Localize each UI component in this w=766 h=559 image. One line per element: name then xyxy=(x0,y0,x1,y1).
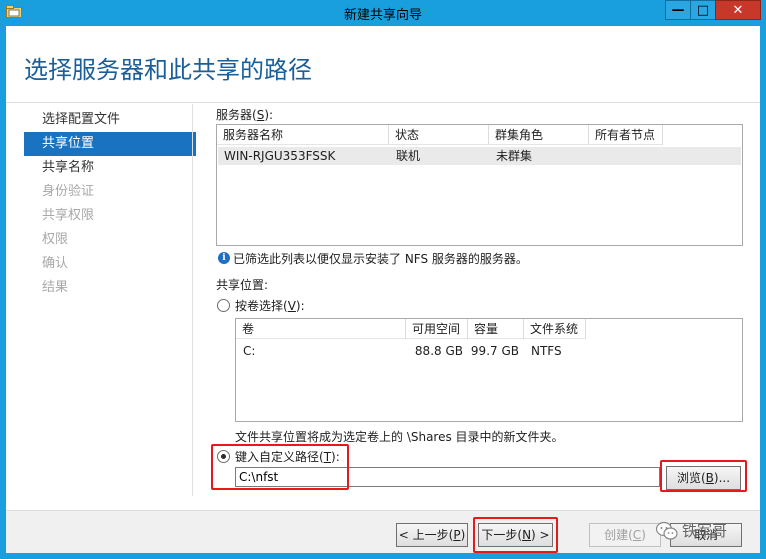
nav-item-select-profile[interactable]: 选择配置文件 xyxy=(24,108,196,132)
column-header-free-space[interactable]: 可用空间 xyxy=(406,319,468,339)
maximize-button[interactable]: □ xyxy=(690,0,716,20)
column-header-file-system[interactable]: 文件系统 xyxy=(524,319,586,339)
info-text: 已筛选此列表以便仅显示安装了 NFS 服务器的服务器。 xyxy=(233,252,528,266)
nav-divider xyxy=(192,104,193,496)
owner-node-cell xyxy=(590,147,664,165)
volume-list-header: 卷 可用空间 容量 文件系统 xyxy=(236,319,586,339)
nav-item-share-permissions: 共享权限 xyxy=(42,208,95,223)
minimize-button[interactable]: — xyxy=(665,0,691,20)
column-header-capacity[interactable]: 容量 xyxy=(468,319,524,339)
server-status-cell: 联机 xyxy=(396,149,421,163)
heading-divider xyxy=(6,102,760,103)
nav-item-permissions: 权限 xyxy=(42,232,69,247)
volume-note: 文件共享位置将成为选定卷上的 \Shares 目录中的新文件夹。 xyxy=(235,430,564,444)
server-name-cell: WIN-RJGU353FSSK xyxy=(224,149,336,163)
nav-item-authentication: 身份验证 xyxy=(42,184,95,199)
info-icon: i xyxy=(218,252,230,264)
by-volume-radio[interactable] xyxy=(217,299,230,312)
watermark-text: 铁军哥 xyxy=(682,522,728,540)
column-header-status[interactable]: 状态 xyxy=(389,125,489,145)
table-row[interactable]: WIN-RJGU353FSSK 联机 未群集 xyxy=(218,147,741,165)
column-header-volume[interactable]: 卷 xyxy=(236,319,406,339)
watermark: 铁军哥 xyxy=(656,520,727,541)
create-button: 创建(C) xyxy=(589,523,661,547)
table-row[interactable]: C: 88.8 GB 99.7 GB NTFS xyxy=(237,342,741,360)
previous-button[interactable]: < 上一步(P) xyxy=(396,523,468,547)
server-list[interactable]: 服务器名称 状态 群集角色 所有者节点 WIN-RJGU353FSSK 联机 未… xyxy=(216,124,743,246)
wizard-nav: 选择配置文件 共享位置 共享名称 身份验证 共享权限 权限 确认 结果 xyxy=(24,108,196,300)
column-header-server-name[interactable]: 服务器名称 xyxy=(217,125,389,145)
column-header-owner-node[interactable]: 所有者节点 xyxy=(589,125,663,145)
share-location-label: 共享位置: xyxy=(216,278,269,292)
highlight-box-browse xyxy=(660,460,747,492)
volume-cell: C: xyxy=(243,344,256,358)
file-system-cell: NTFS xyxy=(531,344,562,358)
volume-list[interactable]: 卷 可用空间 容量 文件系统 C: 88.8 GB 99.7 GB NTFS xyxy=(235,318,743,422)
wizard-window: 新建共享向导 — □ ✕ 选择服务器和此共享的路径 选择配置文件 共享位置 共享… xyxy=(0,0,766,559)
free-space-cell: 88.8 GB xyxy=(414,344,463,358)
nav-item-share-location[interactable]: 共享位置 xyxy=(24,132,196,156)
by-volume-label[interactable]: 按卷选择(V): xyxy=(235,297,305,314)
nav-item-share-name[interactable]: 共享名称 xyxy=(24,156,196,180)
nav-item-results: 结果 xyxy=(42,280,69,295)
window-title: 新建共享向导 xyxy=(343,8,422,23)
page-title: 选择服务器和此共享的路径 xyxy=(24,56,312,84)
wizard-body: 选择服务器和此共享的路径 选择配置文件 共享位置 共享名称 身份验证 共享权限 … xyxy=(6,26,760,553)
server-label: 服务器(S): xyxy=(216,108,274,122)
capacity-cell: 99.7 GB xyxy=(470,344,519,358)
highlight-box-next xyxy=(473,517,558,553)
cluster-role-cell: 未群集 xyxy=(496,149,533,163)
column-header-cluster-role[interactable]: 群集角色 xyxy=(489,125,589,145)
nav-item-confirmation: 确认 xyxy=(42,256,69,271)
title-bar[interactable]: 新建共享向导 — □ ✕ xyxy=(0,0,766,26)
close-button[interactable]: ✕ xyxy=(715,0,761,20)
highlight-box-custom-path xyxy=(211,444,349,490)
server-list-header: 服务器名称 状态 群集角色 所有者节点 xyxy=(217,125,663,145)
wechat-icon xyxy=(656,521,678,540)
